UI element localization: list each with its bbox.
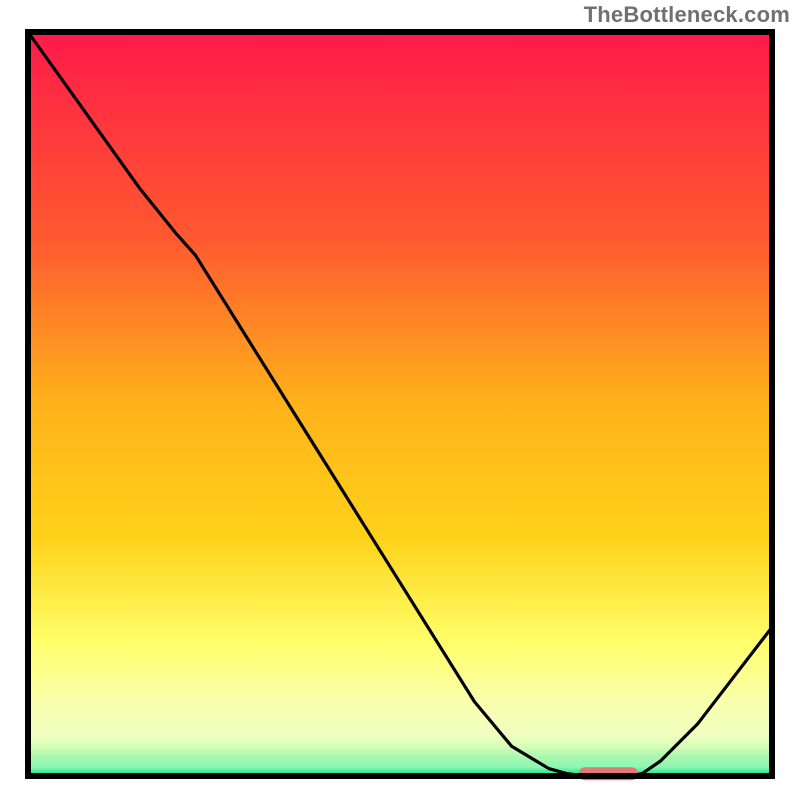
chart-svg (22, 26, 778, 782)
chart-background (28, 32, 772, 776)
watermark-text: TheBottleneck.com (584, 2, 790, 28)
chart-container: TheBottleneck.com (0, 0, 800, 800)
plot-area (22, 26, 778, 782)
